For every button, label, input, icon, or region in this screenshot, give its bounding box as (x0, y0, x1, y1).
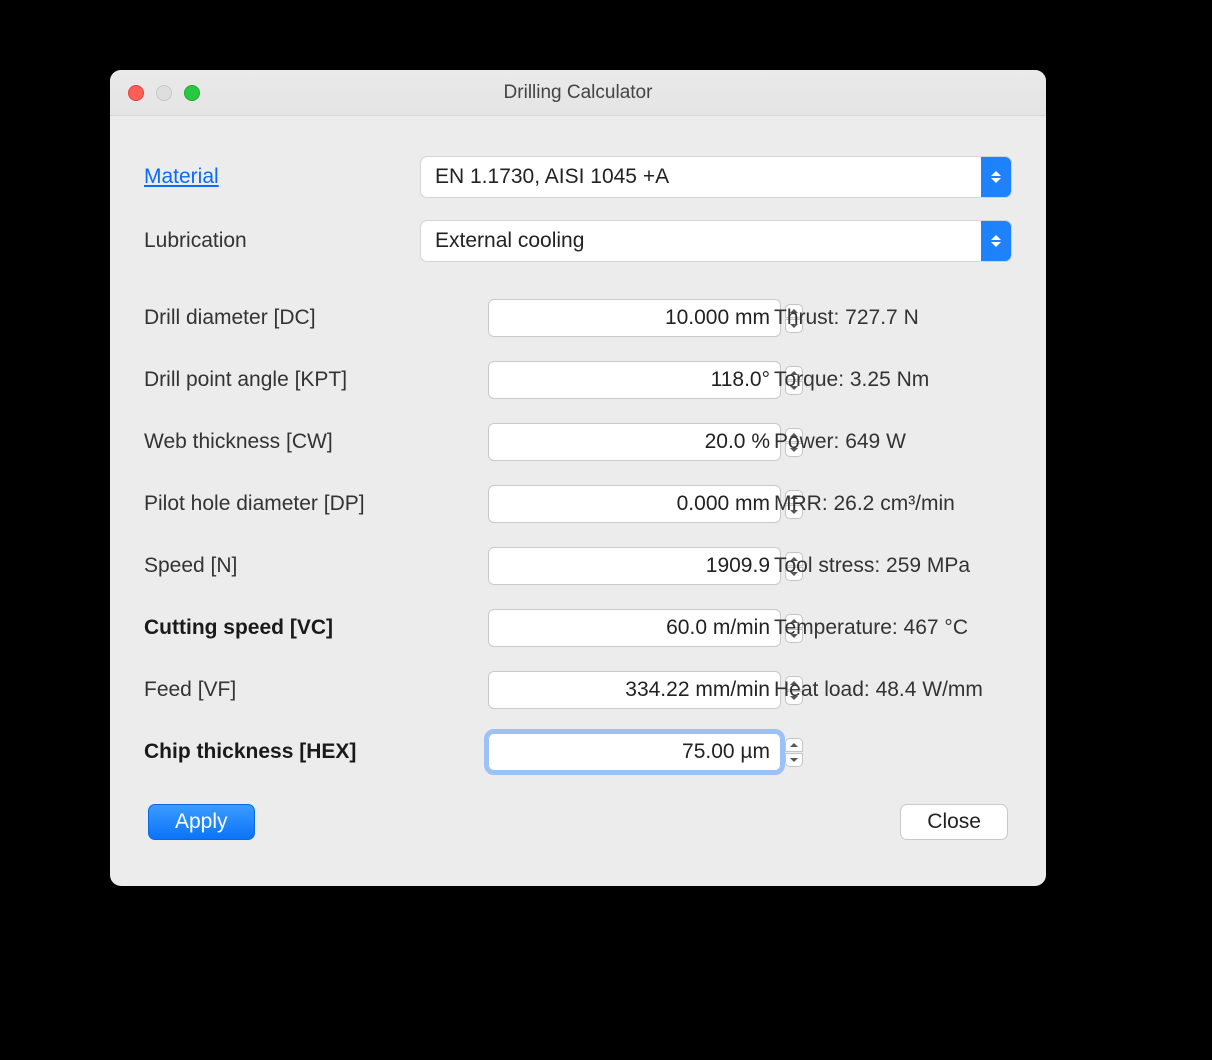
result-label: Torque: 3.25 Nm (750, 368, 1012, 392)
param-label: Drill point angle [KPT] (144, 368, 488, 392)
param-row: Pilot hole diameter [DP] MRR: 26.2 cm³/mi… (144, 482, 1012, 526)
param-input[interactable] (488, 485, 781, 523)
param-label: Chip thickness [HEX] (144, 740, 488, 764)
drilling-calculator-window: Drilling Calculator Material EN 1.1730, … (110, 70, 1046, 886)
footer: Apply Close (144, 804, 1012, 840)
param-row: Chip thickness [HEX] (144, 730, 1012, 774)
stepper-down[interactable] (785, 753, 803, 767)
spinner (488, 299, 750, 337)
material-select-value: EN 1.1730, AISI 1045 +A (435, 165, 669, 189)
titlebar: Drilling Calculator (110, 70, 1046, 116)
param-row: Drill diameter [DC] Thrust: 727.7 N (144, 296, 1012, 340)
content-area: Material EN 1.1730, AISI 1045 +A Lubrica… (110, 116, 1046, 868)
param-label: Speed [N] (144, 554, 488, 578)
close-button[interactable]: Close (900, 804, 1008, 840)
minimize-window-button[interactable] (156, 85, 172, 101)
chevron-updown-icon (981, 221, 1011, 261)
param-input[interactable] (488, 671, 781, 709)
apply-button[interactable]: Apply (148, 804, 255, 840)
param-input[interactable] (488, 609, 781, 647)
param-label: Drill diameter [DC] (144, 306, 488, 330)
spinner (488, 547, 750, 585)
param-input[interactable] (488, 547, 781, 585)
param-row: Drill point angle [KPT] Torque: 3.25 Nm (144, 358, 1012, 402)
param-label: Feed [VF] (144, 678, 488, 702)
param-input[interactable] (488, 361, 781, 399)
stepper (785, 738, 803, 767)
material-label-link[interactable]: Material (144, 165, 420, 189)
close-window-button[interactable] (128, 85, 144, 101)
param-label: Cutting speed [VC] (144, 616, 488, 640)
spinner (488, 361, 750, 399)
lubrication-select-value: External cooling (435, 229, 584, 253)
lubrication-select[interactable]: External cooling (420, 220, 1012, 262)
param-row: Cutting speed [VC] Temperature: 467 °C (144, 606, 1012, 650)
param-input[interactable] (488, 299, 781, 337)
param-label: Pilot hole diameter [DP] (144, 492, 488, 516)
result-label: Power: 649 W (750, 430, 1012, 454)
spinner (488, 671, 750, 709)
param-label: Web thickness [CW] (144, 430, 488, 454)
spinner (488, 733, 750, 771)
lubrication-row: Lubrication External cooling (144, 220, 1012, 262)
param-row: Web thickness [CW] Power: 649 W (144, 420, 1012, 464)
lubrication-label: Lubrication (144, 229, 420, 253)
chevron-updown-icon (981, 157, 1011, 197)
spinner (488, 485, 750, 523)
window-title: Drilling Calculator (110, 82, 1046, 104)
material-select[interactable]: EN 1.1730, AISI 1045 +A (420, 156, 1012, 198)
traffic-lights (110, 85, 200, 101)
result-label: Temperature: 467 °C (750, 616, 1012, 640)
param-input[interactable] (488, 423, 781, 461)
param-row: Feed [VF] Heat load: 48.4 W/mm (144, 668, 1012, 712)
result-label: Thrust: 727.7 N (750, 306, 1012, 330)
material-row: Material EN 1.1730, AISI 1045 +A (144, 156, 1012, 198)
stepper-up[interactable] (785, 738, 803, 752)
result-label: Heat load: 48.4 W/mm (750, 678, 1012, 702)
param-row: Speed [N] Tool stress: 259 MPa (144, 544, 1012, 588)
spinner (488, 423, 750, 461)
result-label: MRR: 26.2 cm³/min (750, 492, 1012, 516)
result-label: Tool stress: 259 MPa (750, 554, 1012, 578)
spinner (488, 609, 750, 647)
param-input[interactable] (488, 733, 781, 771)
zoom-window-button[interactable] (184, 85, 200, 101)
